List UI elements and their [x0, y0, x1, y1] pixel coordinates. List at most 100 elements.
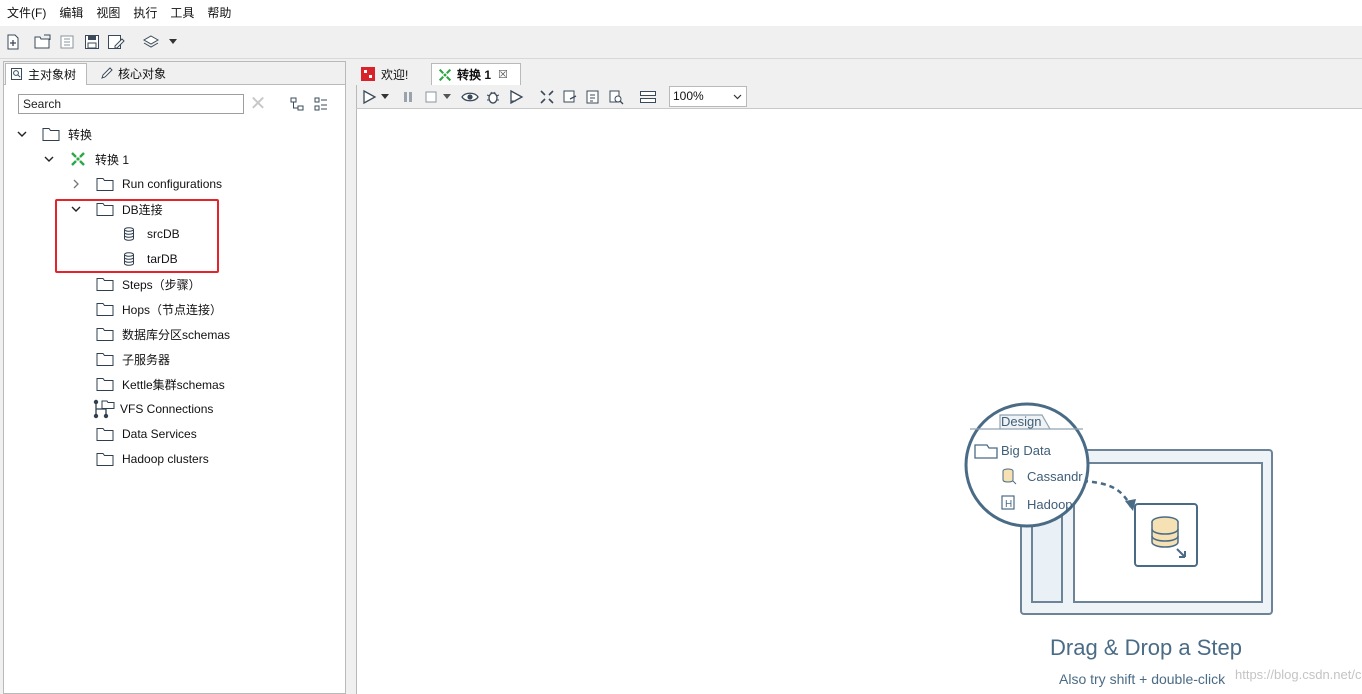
collapse-all-icon[interactable]: [313, 96, 329, 112]
tree-node-vfs-connections-label: VFS Connections: [120, 402, 214, 416]
zoom-select[interactable]: 100%: [669, 86, 747, 107]
tree-node-steps[interactable]: Steps（步骤）: [96, 273, 201, 295]
tree-node-transformation[interactable]: 转换 1: [43, 148, 129, 170]
tab-core-objects-label: 核心对象: [118, 67, 167, 81]
preview-eye-icon[interactable]: [461, 88, 479, 106]
pencil-icon: [101, 67, 113, 79]
panel-splitter[interactable]: [346, 61, 352, 694]
transformation-icon: [438, 68, 452, 81]
menu-tools[interactable]: 工具: [163, 0, 200, 26]
menu-edit[interactable]: 编辑: [52, 0, 89, 26]
tree-node-data-services-label: Data Services: [122, 427, 197, 441]
menu-view[interactable]: 视图: [89, 0, 126, 26]
tree-node-root-label: 转换: [68, 127, 93, 142]
chevron-down-icon: [733, 94, 742, 100]
zoom-value: 100%: [673, 89, 704, 103]
tree-node-transformation-label: 转换 1: [95, 152, 130, 167]
drag-drop-subtitle: Also try shift + double-click: [1059, 671, 1226, 687]
design-tab-label: Design: [1001, 414, 1042, 429]
drag-drop-illustration: H: [964, 402, 1273, 615]
run-icon[interactable]: [360, 88, 378, 106]
big-data-label: Big Data: [1001, 443, 1051, 458]
tree-node-hops[interactable]: Hops（节点连接）: [96, 298, 222, 320]
tree-node-hadoop-clusters[interactable]: Hadoop clusters: [96, 448, 209, 470]
tab-transformation[interactable]: 转换 1 ☒: [431, 63, 521, 85]
tree-node-cluster-schemas-label: Kettle集群schemas: [122, 377, 225, 392]
save-icon[interactable]: [82, 32, 102, 52]
stop-icon[interactable]: [422, 88, 440, 106]
run-options-chevron-icon[interactable]: [380, 88, 390, 106]
highlight-annotation: [55, 199, 219, 273]
tree-node-steps-label: Steps（步骤）: [122, 277, 201, 292]
pause-icon[interactable]: [399, 88, 417, 106]
tab-welcome[interactable]: 欢迎!: [356, 63, 428, 85]
verify-icon[interactable]: [538, 88, 556, 106]
tree-node-vfs-connections[interactable]: VFS Connections: [92, 398, 213, 420]
main-toolbar: [0, 26, 1362, 59]
folder-icon: [96, 378, 114, 391]
folder-icon: [96, 178, 114, 191]
close-tab-icon[interactable]: ☒: [498, 68, 508, 81]
folder-icon: [96, 353, 114, 366]
drag-drop-title: Drag & Drop a Step: [1050, 635, 1242, 660]
chevron-right-icon[interactable]: [70, 178, 82, 190]
menu-help[interactable]: 帮助: [200, 0, 237, 26]
folder-icon: [96, 428, 114, 441]
transformation-canvas[interactable]: H Design Big Data Cassandr Hadoop https:…: [356, 109, 1362, 694]
tab-core-objects[interactable]: 核心对象: [96, 63, 176, 84]
folder-icon: [96, 278, 114, 291]
tree-node-run-configurations[interactable]: Run configurations: [70, 173, 222, 195]
tree-node-cluster-schemas[interactable]: Kettle集群schemas: [96, 373, 225, 395]
editor-tabs: 欢迎! 转换 1 ☒: [352, 61, 1362, 85]
menu-file[interactable]: 文件(F): [0, 0, 52, 26]
search-input[interactable]: [18, 94, 244, 114]
tree-node-partition-schemas-label: 数据库分区schemas: [122, 327, 231, 342]
transformation-icon: [71, 152, 85, 166]
expand-all-icon[interactable]: [289, 96, 305, 112]
layers-icon[interactable]: [141, 32, 161, 52]
canvas-toolbar: 100%: [356, 85, 1362, 109]
tab-main-tree[interactable]: 主对象树: [5, 63, 87, 85]
tree-node-root[interactable]: 转换: [16, 123, 92, 145]
menu-bar: 文件(F) 编辑 视图 执行 工具 帮助: [0, 0, 1362, 26]
tree-node-slave-servers-label: 子服务器: [122, 352, 171, 367]
tree-node-run-configurations-label: Run configurations: [122, 177, 223, 191]
new-file-icon[interactable]: [3, 32, 23, 52]
sql-icon[interactable]: [584, 88, 602, 106]
explore-icon[interactable]: [57, 32, 77, 52]
left-panel-tabs: 主对象树 核心对象: [4, 62, 345, 85]
svg-text:H: H: [1005, 499, 1012, 510]
folder-icon: [96, 303, 114, 316]
clear-search-icon[interactable]: ✕: [249, 94, 267, 114]
open-folder-icon[interactable]: [33, 32, 53, 52]
cassandra-label: Cassandr: [1027, 469, 1083, 484]
hadoop-label: Hadoop: [1027, 497, 1073, 512]
tab-transformation-label: 转换 1: [457, 68, 492, 82]
tree-node-partition-schemas[interactable]: 数据库分区schemas: [96, 323, 230, 345]
object-tree-panel: 主对象树 核心对象 ✕ 转换 转换 1 Run configurations D…: [3, 61, 346, 694]
vfs-connections-icon: [93, 399, 115, 419]
replay-icon[interactable]: [507, 88, 525, 106]
welcome-icon: [361, 67, 375, 81]
debug-bug-icon[interactable]: [484, 88, 502, 106]
chevron-down-icon[interactable]: [43, 153, 55, 165]
menu-run[interactable]: 执行: [126, 0, 163, 26]
tree-node-hops-label: Hops（节点连接）: [122, 302, 223, 317]
save-as-icon[interactable]: [106, 32, 126, 52]
tree-node-hadoop-clusters-label: Hadoop clusters: [122, 452, 209, 466]
tab-welcome-label: 欢迎!: [381, 67, 409, 82]
impact-analysis-icon[interactable]: [561, 88, 579, 106]
search-doc-icon: [11, 68, 22, 80]
tree-node-data-services[interactable]: Data Services: [96, 423, 197, 445]
folder-icon: [42, 128, 60, 141]
folder-icon: [96, 328, 114, 341]
stop-options-chevron-icon[interactable]: [442, 88, 452, 106]
folder-icon: [96, 453, 114, 466]
chevron-down-icon[interactable]: [16, 128, 28, 140]
explore-db-icon[interactable]: [607, 88, 625, 106]
chevron-down-icon[interactable]: [166, 32, 180, 52]
watermark: https://blog.csdn.net/cc_152: [1235, 667, 1362, 682]
tree-node-slave-servers[interactable]: 子服务器: [96, 348, 170, 370]
show-results-icon[interactable]: [639, 88, 657, 106]
tab-main-tree-label: 主对象树: [28, 68, 77, 82]
